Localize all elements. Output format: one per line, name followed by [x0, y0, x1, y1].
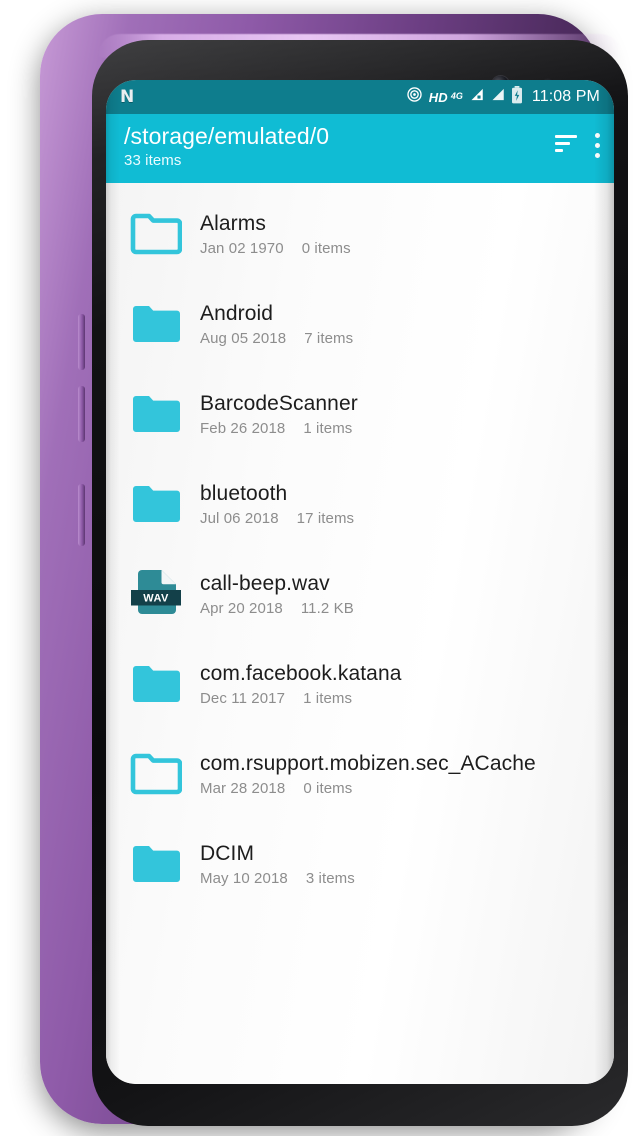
- hotspot-icon: [406, 86, 423, 108]
- screenshot-root: N HD 4G 11:08 PM /storage/emulated/0 33 …: [0, 0, 640, 1136]
- android-nougat-n-logo-icon: N: [120, 86, 134, 107]
- file-list-item[interactable]: com.rsupport.mobizen.sec_ACache Mar 28 20…: [106, 729, 614, 819]
- wav-file-icon: WAV: [131, 569, 181, 614]
- file-icon: [130, 753, 192, 795]
- hd-voice-icon: HD: [428, 89, 448, 105]
- folder-outline-icon: [130, 213, 182, 255]
- file-size: 3 items: [305, 869, 355, 887]
- file-info: call-beep.wav Apr 20 2018 11.2 KB: [192, 571, 598, 617]
- file-icon: [130, 213, 192, 255]
- file-name: Alarms: [200, 211, 266, 235]
- current-path-title: /storage/emulated/0: [124, 124, 330, 149]
- file-info: com.rsupport.mobizen.sec_ACache Mar 28 20…: [192, 751, 598, 797]
- file-icon: [130, 663, 192, 705]
- folder-filled-icon: [133, 395, 180, 432]
- file-meta: May 10 2018 3 items: [200, 870, 598, 887]
- file-size: 17 items: [296, 509, 355, 527]
- phone-frame: N HD 4G 11:08 PM /storage/emulated/0 33 …: [40, 14, 628, 1126]
- signal-bars-icon: [469, 87, 484, 107]
- file-meta: Dec 11 2017 1 items: [200, 690, 598, 707]
- file-info: DCIM May 10 2018 3 items: [192, 841, 598, 887]
- file-icon: [130, 303, 192, 345]
- file-size: 0 items: [303, 779, 353, 797]
- svg-text:WAV: WAV: [143, 592, 169, 604]
- status-bar-clock: 11:08 PM: [531, 88, 600, 105]
- file-info: BarcodeScanner Feb 26 2018 1 items: [192, 391, 598, 437]
- folder-filled-icon: [133, 665, 180, 702]
- sort-icon: [555, 135, 577, 152]
- file-meta: Aug 05 2018 7 items: [200, 330, 598, 347]
- app-bar: /storage/emulated/0 33 items: [106, 114, 614, 183]
- file-icon: [130, 843, 192, 885]
- file-name: call-beep.wav: [200, 571, 330, 595]
- app-bar-titles: /storage/emulated/0 33 items: [124, 124, 547, 169]
- battery-charging-icon: [511, 85, 523, 109]
- file-meta: Feb 26 2018 1 items: [200, 420, 598, 437]
- folder-filled-icon: [133, 845, 180, 882]
- file-date: May 10 2018: [200, 869, 288, 887]
- file-list-item[interactable]: com.facebook.katana Dec 11 2017 1 items: [106, 639, 614, 729]
- file-date: Aug 05 2018: [200, 329, 287, 347]
- file-size: 1 items: [303, 689, 353, 707]
- file-info: Android Aug 05 2018 7 items: [192, 301, 598, 347]
- bixby-button[interactable]: [78, 484, 85, 546]
- volume-up-button[interactable]: [78, 314, 85, 370]
- file-meta: Mar 28 2018 0 items: [200, 780, 598, 797]
- file-list-item[interactable]: bluetooth Jul 06 2018 17 items: [106, 459, 614, 549]
- file-name: Android: [200, 301, 274, 325]
- file-size: 11.2 KB: [300, 599, 354, 617]
- file-meta: Jul 06 2018 17 items: [200, 510, 598, 527]
- file-date: Dec 11 2017: [200, 689, 286, 707]
- file-list-item[interactable]: Android Aug 05 2018 7 items: [106, 279, 614, 369]
- status-bar-left: N: [120, 86, 134, 107]
- file-list-item[interactable]: BarcodeScanner Feb 26 2018 1 items: [106, 369, 614, 459]
- file-name: com.facebook.katana: [200, 661, 402, 685]
- overflow-menu-button[interactable]: [595, 133, 600, 158]
- file-icon: [130, 483, 192, 525]
- folder-filled-icon: [133, 305, 180, 342]
- sort-button[interactable]: [555, 135, 577, 156]
- phone-screen: N HD 4G 11:08 PM /storage/emulated/0 33 …: [106, 80, 614, 1084]
- file-name: bluetooth: [200, 481, 288, 505]
- item-count-subtitle: 33 items: [124, 151, 182, 169]
- file-meta: Apr 20 2018 11.2 KB: [200, 600, 598, 617]
- file-name: DCIM: [200, 841, 255, 865]
- file-info: Alarms Jan 02 1970 0 items: [192, 211, 598, 257]
- signal-bars-icon: [490, 87, 505, 107]
- file-date: Apr 20 2018: [200, 599, 283, 617]
- file-info: bluetooth Jul 06 2018 17 items: [192, 481, 598, 527]
- folder-outline-icon: [130, 753, 182, 795]
- file-list-item[interactable]: DCIM May 10 2018 3 items: [106, 819, 614, 909]
- app-bar-actions: [547, 124, 600, 158]
- file-size: 0 items: [301, 239, 351, 257]
- file-name: BarcodeScanner: [200, 391, 358, 415]
- file-date: Jan 02 1970: [200, 239, 284, 257]
- folder-filled-icon: [133, 485, 180, 522]
- more-vertical-icon: [595, 133, 600, 158]
- file-date: Jul 06 2018: [200, 509, 279, 527]
- file-list[interactable]: Alarms Jan 02 1970 0 items Android Aug 05 20…: [106, 182, 614, 1084]
- 4g-network-icon: 4G: [450, 90, 463, 101]
- file-name: com.rsupport.mobizen.sec_ACache: [200, 751, 536, 775]
- file-size: 7 items: [304, 329, 354, 347]
- status-bar: N HD 4G 11:08 PM: [106, 80, 614, 114]
- file-meta: Jan 02 1970 0 items: [200, 240, 598, 257]
- file-list-item[interactable]: Alarms Jan 02 1970 0 items: [106, 189, 614, 279]
- status-bar-right: HD 4G 11:08 PM: [406, 85, 602, 109]
- file-date: Mar 28 2018: [200, 779, 286, 797]
- file-icon: WAV: [130, 569, 192, 619]
- file-size: 1 items: [303, 419, 353, 437]
- file-info: com.facebook.katana Dec 11 2017 1 items: [192, 661, 598, 707]
- file-date: Feb 26 2018: [200, 419, 286, 437]
- file-icon: [130, 393, 192, 435]
- file-list-item[interactable]: WAV call-beep.wav Apr 20 2018 11.2 KB: [106, 549, 614, 639]
- volume-down-button[interactable]: [78, 386, 85, 442]
